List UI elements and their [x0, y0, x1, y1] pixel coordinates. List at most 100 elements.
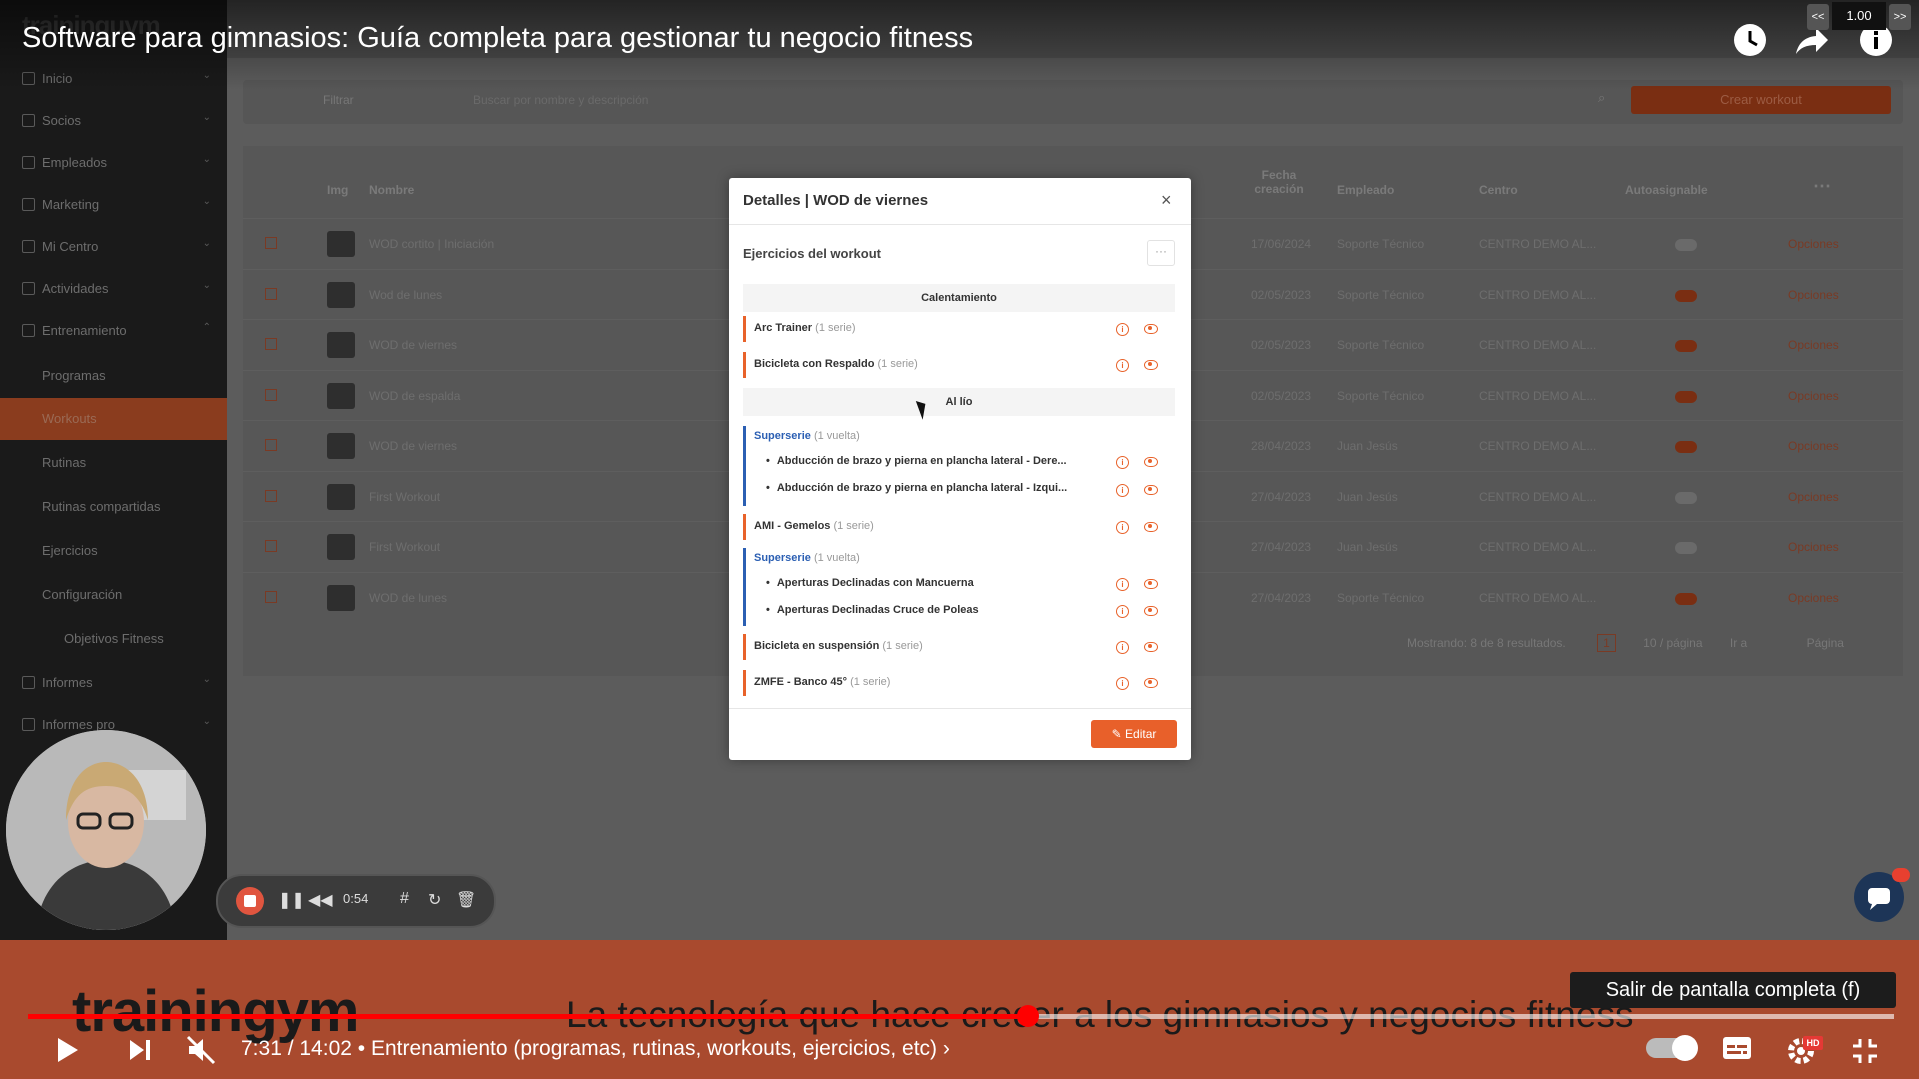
- pagination: Mostrando: 8 de 8 resultados. 1 10 / pág…: [1407, 634, 1844, 652]
- options-link[interactable]: Opciones: [1788, 439, 1839, 453]
- eye-icon[interactable]: [1144, 579, 1158, 589]
- edit-row-icon[interactable]: [265, 489, 277, 502]
- eye-icon[interactable]: [1144, 606, 1158, 616]
- edit-row-icon[interactable]: [265, 540, 277, 552]
- edit-row-icon[interactable]: [265, 237, 277, 249]
- options-link[interactable]: Opciones: [1788, 490, 1839, 504]
- per-page-select[interactable]: 10 / página: [1643, 636, 1702, 650]
- speed-up-button[interactable]: >>: [1889, 4, 1911, 30]
- sidebar-subitem[interactable]: Programas: [0, 355, 227, 397]
- search-input[interactable]: Buscar por nombre y descripción: [473, 93, 648, 107]
- exit-fullscreen-icon[interactable]: [1850, 1036, 1880, 1066]
- chevron-icon: ⌄: [202, 716, 211, 727]
- options-link[interactable]: Opciones: [1788, 338, 1839, 352]
- info-icon[interactable]: i: [1116, 359, 1129, 372]
- muted-volume-icon[interactable]: [186, 1035, 216, 1065]
- next-icon[interactable]: [126, 1035, 154, 1065]
- autoasignable-toggle[interactable]: [1675, 390, 1697, 403]
- autoasignable-toggle[interactable]: [1675, 592, 1697, 605]
- pause-icon[interactable]: ❚❚: [278, 890, 305, 910]
- chapter-title[interactable]: • Entrenamiento (programas, rutinas, wor…: [358, 1037, 937, 1060]
- sidebar-subitem[interactable]: Ejercicios: [0, 530, 227, 572]
- info-icon[interactable]: i: [1116, 641, 1129, 654]
- info-icon[interactable]: i: [1116, 677, 1129, 690]
- sidebar-item[interactable]: Actividades ⌄: [0, 268, 227, 310]
- more-options-button[interactable]: ···: [1147, 240, 1175, 266]
- edit-row-icon[interactable]: [265, 338, 277, 350]
- info-icon[interactable]: i: [1116, 484, 1129, 497]
- sidebar-subitem[interactable]: Rutinas compartidas: [0, 486, 227, 528]
- eye-icon[interactable]: [1144, 522, 1158, 532]
- page-button-1[interactable]: 1: [1597, 634, 1616, 652]
- info-icon[interactable]: i: [1116, 323, 1129, 336]
- stop-recording-icon[interactable]: [236, 887, 264, 915]
- edit-row-icon[interactable]: [265, 590, 277, 603]
- sidebar-subitem[interactable]: Workouts: [0, 398, 227, 440]
- edit-row-icon[interactable]: [265, 287, 277, 300]
- nav-icon: [22, 282, 35, 295]
- search-icon[interactable]: ⌕: [1598, 90, 1605, 106]
- cell-empleado: Soporte Técnico: [1337, 590, 1425, 605]
- options-link[interactable]: Opciones: [1788, 237, 1839, 251]
- col-header-empleado[interactable]: Empleado: [1337, 183, 1394, 197]
- autoasignable-toggle[interactable]: [1675, 289, 1697, 302]
- table-more-icon[interactable]: ⋯: [1813, 176, 1831, 197]
- play-icon[interactable]: [52, 1035, 82, 1065]
- options-link[interactable]: Opciones: [1788, 389, 1839, 403]
- info-icon[interactable]: i: [1116, 578, 1129, 591]
- col-header-nombre[interactable]: Nombre: [369, 183, 414, 197]
- options-link[interactable]: Opciones: [1788, 540, 1839, 554]
- page-label: Página: [1806, 636, 1844, 650]
- watch-later-icon[interactable]: [1732, 22, 1768, 58]
- superset-rounds: (1 vuelta): [813, 430, 860, 442]
- eye-icon[interactable]: [1144, 360, 1158, 370]
- speed-down-button[interactable]: <<: [1807, 4, 1829, 30]
- autoasignable-toggle[interactable]: [1675, 441, 1697, 453]
- sidebar-item[interactable]: Marketing ⌄: [0, 184, 227, 226]
- cell-fecha: 28/04/2023: [1251, 439, 1312, 453]
- subtitles-icon[interactable]: [1722, 1036, 1752, 1062]
- video-title[interactable]: Software para gimnasios: Guía completa p…: [22, 22, 973, 55]
- options-link[interactable]: Opciones: [1788, 591, 1839, 605]
- eye-icon[interactable]: [1144, 457, 1158, 467]
- sidebar-item[interactable]: Socios ⌄: [0, 100, 227, 142]
- autoasignable-toggle[interactable]: [1675, 491, 1697, 504]
- chapter-chevron-icon[interactable]: ›: [943, 1037, 950, 1060]
- col-header-fecha[interactable]: Fecha creación: [1251, 168, 1307, 196]
- edit-row-icon[interactable]: [265, 388, 277, 401]
- filter-button[interactable]: Filtrar: [323, 93, 354, 107]
- eye-icon[interactable]: [1144, 678, 1158, 688]
- sidebar-item[interactable]: Informes ⌄: [0, 662, 227, 704]
- sidebar-subitem-label: Rutinas compartidas: [42, 499, 161, 514]
- autoplay-toggle[interactable]: [1646, 1035, 1698, 1061]
- sidebar-subitem[interactable]: Rutinas: [0, 442, 227, 484]
- sidebar-subitem[interactable]: Objetivos Fitness: [0, 618, 227, 660]
- info-icon[interactable]: i: [1116, 521, 1129, 534]
- info-icon[interactable]: i: [1116, 456, 1129, 469]
- create-workout-button[interactable]: Crear workout: [1631, 86, 1891, 114]
- col-header-autoasignable[interactable]: Autoasignable: [1625, 183, 1708, 197]
- edit-row-icon[interactable]: [265, 439, 277, 451]
- sidebar-item[interactable]: Empleados ⌄: [0, 142, 227, 184]
- exercise-name: Bicicleta en suspensión (1 serie): [754, 640, 923, 652]
- eye-icon[interactable]: [1144, 485, 1158, 495]
- info-icon[interactable]: i: [1116, 605, 1129, 618]
- eye-icon[interactable]: [1144, 642, 1158, 652]
- autoasignable-toggle[interactable]: [1675, 542, 1697, 554]
- exercise-item: AMI - Gemelos (1 serie) i: [743, 514, 1178, 540]
- scrubber-handle[interactable]: [1017, 1005, 1039, 1027]
- autoasignable-toggle[interactable]: [1675, 340, 1697, 352]
- eye-icon[interactable]: [1144, 324, 1158, 334]
- rewind-icon[interactable]: ◀◀: [308, 890, 333, 910]
- edit-button[interactable]: ✎ Editar: [1091, 720, 1177, 748]
- options-link[interactable]: Opciones: [1788, 288, 1839, 302]
- trash-icon[interactable]: 🗑: [456, 890, 476, 910]
- sidebar-item[interactable]: Mi Centro ⌄: [0, 226, 227, 268]
- grid-icon[interactable]: #: [400, 890, 409, 908]
- restart-icon[interactable]: ↻: [428, 890, 441, 910]
- col-header-centro[interactable]: Centro: [1479, 183, 1518, 197]
- sidebar-subitem[interactable]: Configuración: [0, 574, 227, 616]
- close-icon[interactable]: ×: [1161, 190, 1172, 211]
- sidebar-item[interactable]: Entrenamiento ⌃: [0, 310, 227, 352]
- autoasignable-toggle[interactable]: [1675, 239, 1697, 251]
